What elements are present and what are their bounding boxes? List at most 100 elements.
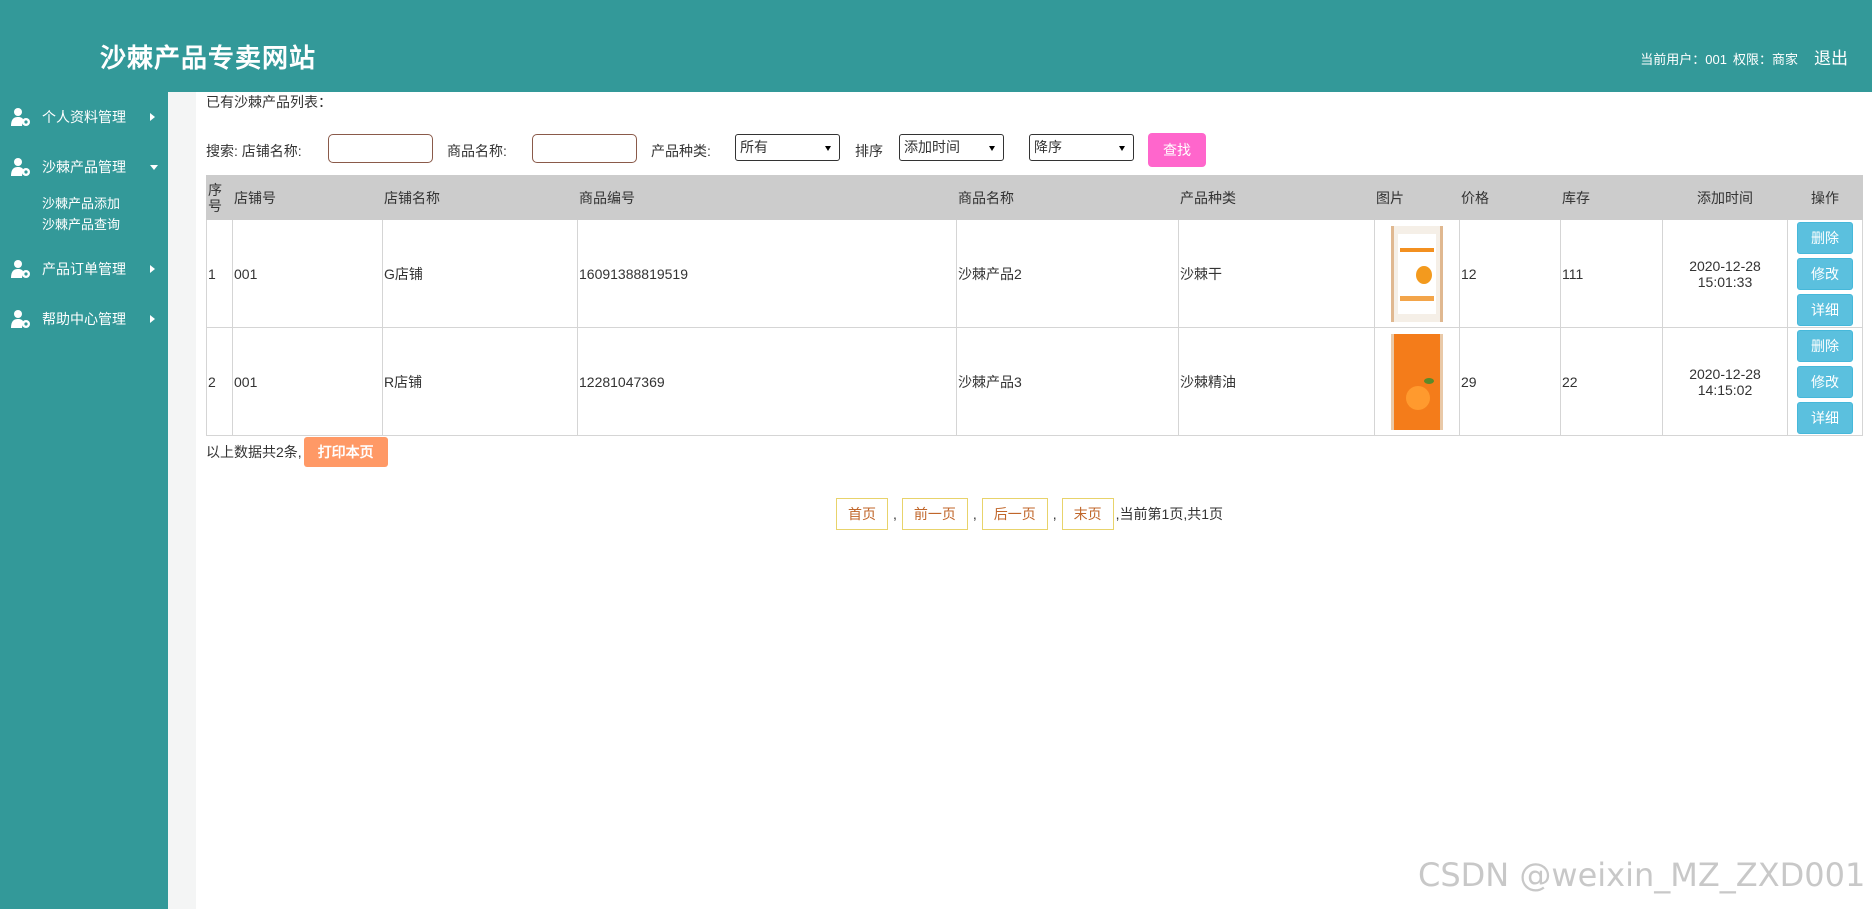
col-header-added-time: 添加时间: [1662, 175, 1788, 220]
cell-price: 12: [1459, 219, 1561, 328]
sidebar-item-label: 沙棘产品管理: [42, 159, 126, 175]
sort-field-select[interactable]: 添加时间: [899, 134, 1004, 161]
col-header-actions: 操作: [1787, 175, 1863, 220]
delete-button[interactable]: 删除: [1797, 329, 1853, 362]
current-user-label: 当前用户：001: [1640, 52, 1727, 67]
submenu-product-query[interactable]: 沙棘产品查询: [42, 214, 120, 233]
cell-category: 沙棘干: [1178, 219, 1375, 328]
col-header-no: 序号: [206, 175, 233, 220]
find-button[interactable]: 查找: [1148, 133, 1206, 167]
sidebar-item-label: 帮助中心管理: [42, 311, 126, 327]
col-header-category: 产品种类: [1178, 175, 1375, 220]
user-gear-icon: [11, 158, 30, 176]
print-button[interactable]: 打印本页: [303, 437, 388, 467]
category-select[interactable]: 所有: [735, 134, 840, 161]
dropdown-caret-icon: [825, 146, 831, 151]
col-header-price: 价格: [1459, 175, 1561, 220]
cell-shop-no: 001: [232, 219, 383, 328]
delete-button[interactable]: 删除: [1797, 221, 1853, 254]
sidebar-item-help[interactable]: 帮助中心管理: [0, 304, 168, 334]
sort-field-selected: 添加时间: [904, 139, 960, 155]
pager-separator: ,: [893, 506, 897, 522]
submenu-product-add[interactable]: 沙棘产品添加: [42, 193, 120, 212]
category-selected: 所有: [740, 139, 768, 155]
sidebar-item-products[interactable]: 沙棘产品管理: [0, 152, 168, 182]
product-image[interactable]: [1391, 333, 1443, 430]
watermark: CSDN @weixin_MZ_ZXD001: [1418, 856, 1866, 894]
top-header: 沙棘产品专卖网站 当前用户：001 权限：商家 退出: [0, 0, 1872, 92]
cell-product-name: 沙棘产品3: [956, 327, 1179, 436]
detail-button[interactable]: 详细: [1797, 401, 1853, 434]
product-table: 序号 店铺号 店铺名称 商品编号 商品名称 产品种类 图片 价格 库存 添加时间…: [206, 175, 1863, 436]
user-gear-icon: [11, 260, 30, 278]
search-bar: 搜索: 店铺名称: 商品名称: 产品种类: 所有 排序 添加时间 降序 查找: [206, 133, 1862, 167]
dropdown-caret-icon: [989, 146, 995, 151]
search-shop-name-label: 搜索: 店铺名称:: [206, 143, 302, 159]
product-name-input[interactable]: [532, 134, 637, 163]
shop-name-input[interactable]: [328, 134, 433, 163]
category-label: 产品种类:: [651, 143, 711, 159]
added-date: 2020-12-28: [1689, 365, 1761, 382]
sort-order-selected: 降序: [1034, 139, 1062, 155]
pager-separator: ,: [1052, 506, 1057, 522]
table-header-row: 序号 店铺号 店铺名称 商品编号 商品名称 产品种类 图片 价格 库存 添加时间…: [206, 175, 1863, 220]
detail-button[interactable]: 详细: [1797, 293, 1853, 326]
image-shape: [1416, 265, 1432, 284]
cell-shop-name: R店铺: [382, 327, 578, 436]
last-page-button[interactable]: 末页: [1061, 498, 1114, 530]
dropdown-caret-icon: [1119, 146, 1125, 151]
cell-shop-no: 001: [232, 327, 383, 436]
cell-product-code: 16091388819519: [577, 219, 957, 328]
added-clock: 15:01:33: [1697, 273, 1753, 290]
sort-order-select[interactable]: 降序: [1029, 134, 1134, 161]
product-name-label: 商品名称:: [447, 143, 507, 159]
table-row: 1 001 G店铺 16091388819519 沙棘产品2 沙棘干 12 11…: [206, 219, 1863, 328]
cell-added-time: 2020-12-28 14:15:02: [1662, 327, 1788, 436]
sidebar-item-profile[interactable]: 个人资料管理: [0, 102, 168, 132]
content-gutter: [168, 92, 196, 909]
added-clock: 14:15:02: [1697, 381, 1753, 398]
chevron-right-icon: [150, 315, 155, 323]
cell-image: [1374, 219, 1460, 328]
next-page-button[interactable]: 后一页: [981, 498, 1048, 530]
col-header-shop-name: 店铺名称: [382, 175, 578, 220]
cell-image: [1374, 327, 1460, 436]
cell-stock: 22: [1560, 327, 1663, 436]
sidebar: 个人资料管理 沙棘产品管理 沙棘产品添加 沙棘产品查询 产品订单管理 帮助中心管…: [0, 92, 168, 909]
list-title: 已有沙棘产品列表：: [206, 94, 332, 110]
prev-page-button[interactable]: 前一页: [901, 498, 968, 530]
logout-link[interactable]: 退出: [1814, 44, 1848, 69]
col-header-product-code: 商品编号: [577, 175, 957, 220]
edit-button[interactable]: 修改: [1797, 365, 1853, 398]
image-shape: [1406, 385, 1430, 410]
cell-shop-name: G店铺: [382, 219, 578, 328]
col-header-product-name: 商品名称: [956, 175, 1179, 220]
cell-actions: 删除 修改 详细: [1787, 219, 1863, 328]
image-shape: [1400, 247, 1434, 252]
user-gear-icon: [11, 310, 30, 328]
chevron-right-icon: [150, 113, 155, 121]
sort-label: 排序: [855, 143, 883, 159]
image-shape: [1424, 377, 1434, 384]
summary-bar: 以上数据共2条, 打印本页: [206, 437, 388, 467]
cell-stock: 111: [1560, 219, 1663, 328]
site-title: 沙棘产品专卖网站: [100, 44, 317, 74]
cell-no: 1: [206, 219, 233, 328]
product-image[interactable]: [1391, 225, 1443, 322]
pager-separator: ,: [972, 506, 977, 522]
cell-category: 沙棘精油: [1178, 327, 1375, 436]
table-row: 2 001 R店铺 12281047369 沙棘产品3 沙棘精油 29 22 2…: [206, 327, 1863, 436]
chevron-down-icon: [150, 164, 158, 170]
first-page-button[interactable]: 首页: [836, 498, 888, 530]
user-info: 当前用户：001 权限：商家 退出: [1640, 44, 1848, 69]
cell-no: 2: [206, 327, 233, 436]
col-header-stock: 库存: [1560, 175, 1663, 220]
edit-button[interactable]: 修改: [1797, 257, 1853, 290]
cell-actions: 删除 修改 详细: [1787, 327, 1863, 436]
sidebar-item-label: 产品订单管理: [42, 261, 126, 277]
cell-product-name: 沙棘产品2: [956, 219, 1179, 328]
sidebar-item-orders[interactable]: 产品订单管理: [0, 254, 168, 284]
chevron-right-icon: [150, 265, 155, 273]
added-date: 2020-12-28: [1689, 257, 1761, 274]
cell-price: 29: [1459, 327, 1561, 436]
